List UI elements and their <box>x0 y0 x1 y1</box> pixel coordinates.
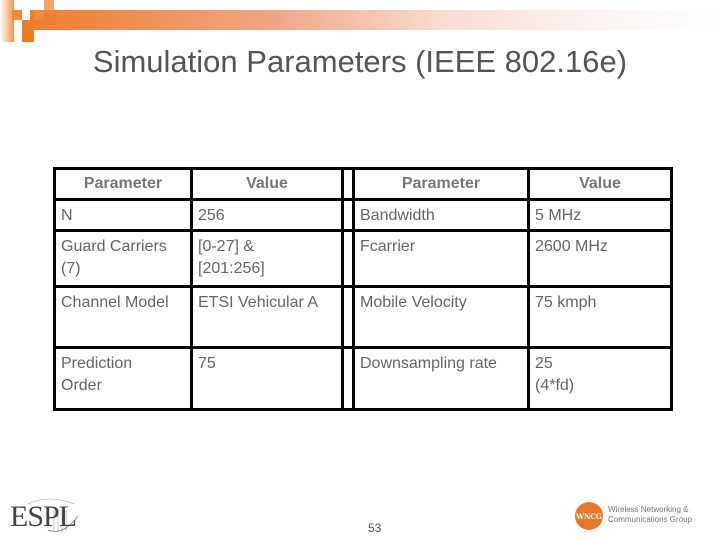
table-row: Guard Carriers (7) [0-27] & [201:256] Fc… <box>53 229 673 288</box>
wncg-line-1: Wireless Networking & <box>608 505 689 514</box>
wncg-logo-text: Wireless Networking & Communications Gro… <box>608 505 692 525</box>
cell-value-left: ETSI Vehicular A <box>190 285 344 349</box>
corner-square <box>12 10 22 20</box>
cell-text: 75 kmph <box>535 294 597 311</box>
cell-spacer <box>341 198 355 232</box>
parameters-table: Parameter Value Parameter Value N 256 Ba… <box>53 167 673 411</box>
header-spacer <box>341 167 355 201</box>
cell-text: [0-27] & [201:256] <box>198 238 265 277</box>
cell-text: 25 (4*fd) <box>535 355 575 394</box>
cell-text: 2600 MHz <box>535 238 608 255</box>
cell-value-right: 75 kmph <box>527 285 673 349</box>
cell-value-left: 75 <box>190 346 344 411</box>
cell-text: Mobile Velocity <box>360 294 467 311</box>
cell-param-left: N <box>53 198 193 232</box>
espl-logo: ESPL <box>8 496 84 534</box>
page-number: 53 <box>368 521 382 535</box>
cell-text: ETSI Vehicular A <box>198 294 319 311</box>
cell-text: Channel Model <box>61 294 169 311</box>
cell-value-left: 256 <box>190 198 344 232</box>
cell-param-left: Channel Model <box>53 285 193 349</box>
wncg-badge-icon: WNCG <box>575 502 603 530</box>
corner-square <box>44 0 54 10</box>
header-parameter-right: Parameter <box>352 167 530 201</box>
header-parameter-left: Parameter <box>53 167 193 201</box>
cell-param-right: Mobile Velocity <box>352 285 530 349</box>
cell-spacer <box>341 346 355 411</box>
cell-value-right: 25 (4*fd) <box>527 346 673 411</box>
table-row: Channel Model ETSI Vehicular A Mobile Ve… <box>53 285 673 349</box>
cell-value-right: 5 MHz <box>527 198 673 232</box>
cell-param-right: Bandwidth <box>352 198 530 232</box>
cell-text: Bandwidth <box>360 207 435 224</box>
cell-text: N <box>61 207 73 224</box>
espl-logo-text: ESPL <box>10 500 77 533</box>
cell-value-left: [0-27] & [201:256] <box>190 229 344 288</box>
corner-square <box>34 10 44 20</box>
cell-param-left: Guard Carriers (7) <box>53 229 193 288</box>
cell-spacer <box>341 229 355 288</box>
cell-value-right: 2600 MHz <box>527 229 673 288</box>
cell-text: 256 <box>198 207 225 224</box>
cell-text: Prediction Order <box>61 355 133 394</box>
cell-param-right: Downsampling rate <box>352 346 530 411</box>
cell-text: Guard Carriers (7) <box>61 238 167 277</box>
cell-spacer <box>341 285 355 349</box>
corner-square <box>22 20 34 32</box>
cell-text: 5 MHz <box>535 207 582 224</box>
cell-text: Fcarrier <box>360 238 416 255</box>
wncg-line-2: Communications Group <box>608 515 693 524</box>
cell-param-left: Prediction Order <box>53 346 193 411</box>
wncg-logo: WNCG Wireless Networking & Communication… <box>575 502 715 534</box>
table-row: N 256 Bandwidth 5 MHz <box>53 198 673 232</box>
header-value-left: Value <box>190 167 344 201</box>
corner-decoration <box>0 0 14 42</box>
header-value-right: Value <box>527 167 673 201</box>
slide-title: Simulation Parameters (IEEE 802.16e) <box>92 44 628 79</box>
cell-text: Downsampling rate <box>360 355 497 372</box>
header-gradient-bar <box>30 10 720 30</box>
corner-square <box>22 32 34 42</box>
cell-param-right: Fcarrier <box>352 229 530 288</box>
table-row: Prediction Order 75 Downsampling rate 25… <box>53 346 673 411</box>
table-header-row: Parameter Value Parameter Value <box>53 167 673 201</box>
cell-text: 75 <box>198 355 216 372</box>
